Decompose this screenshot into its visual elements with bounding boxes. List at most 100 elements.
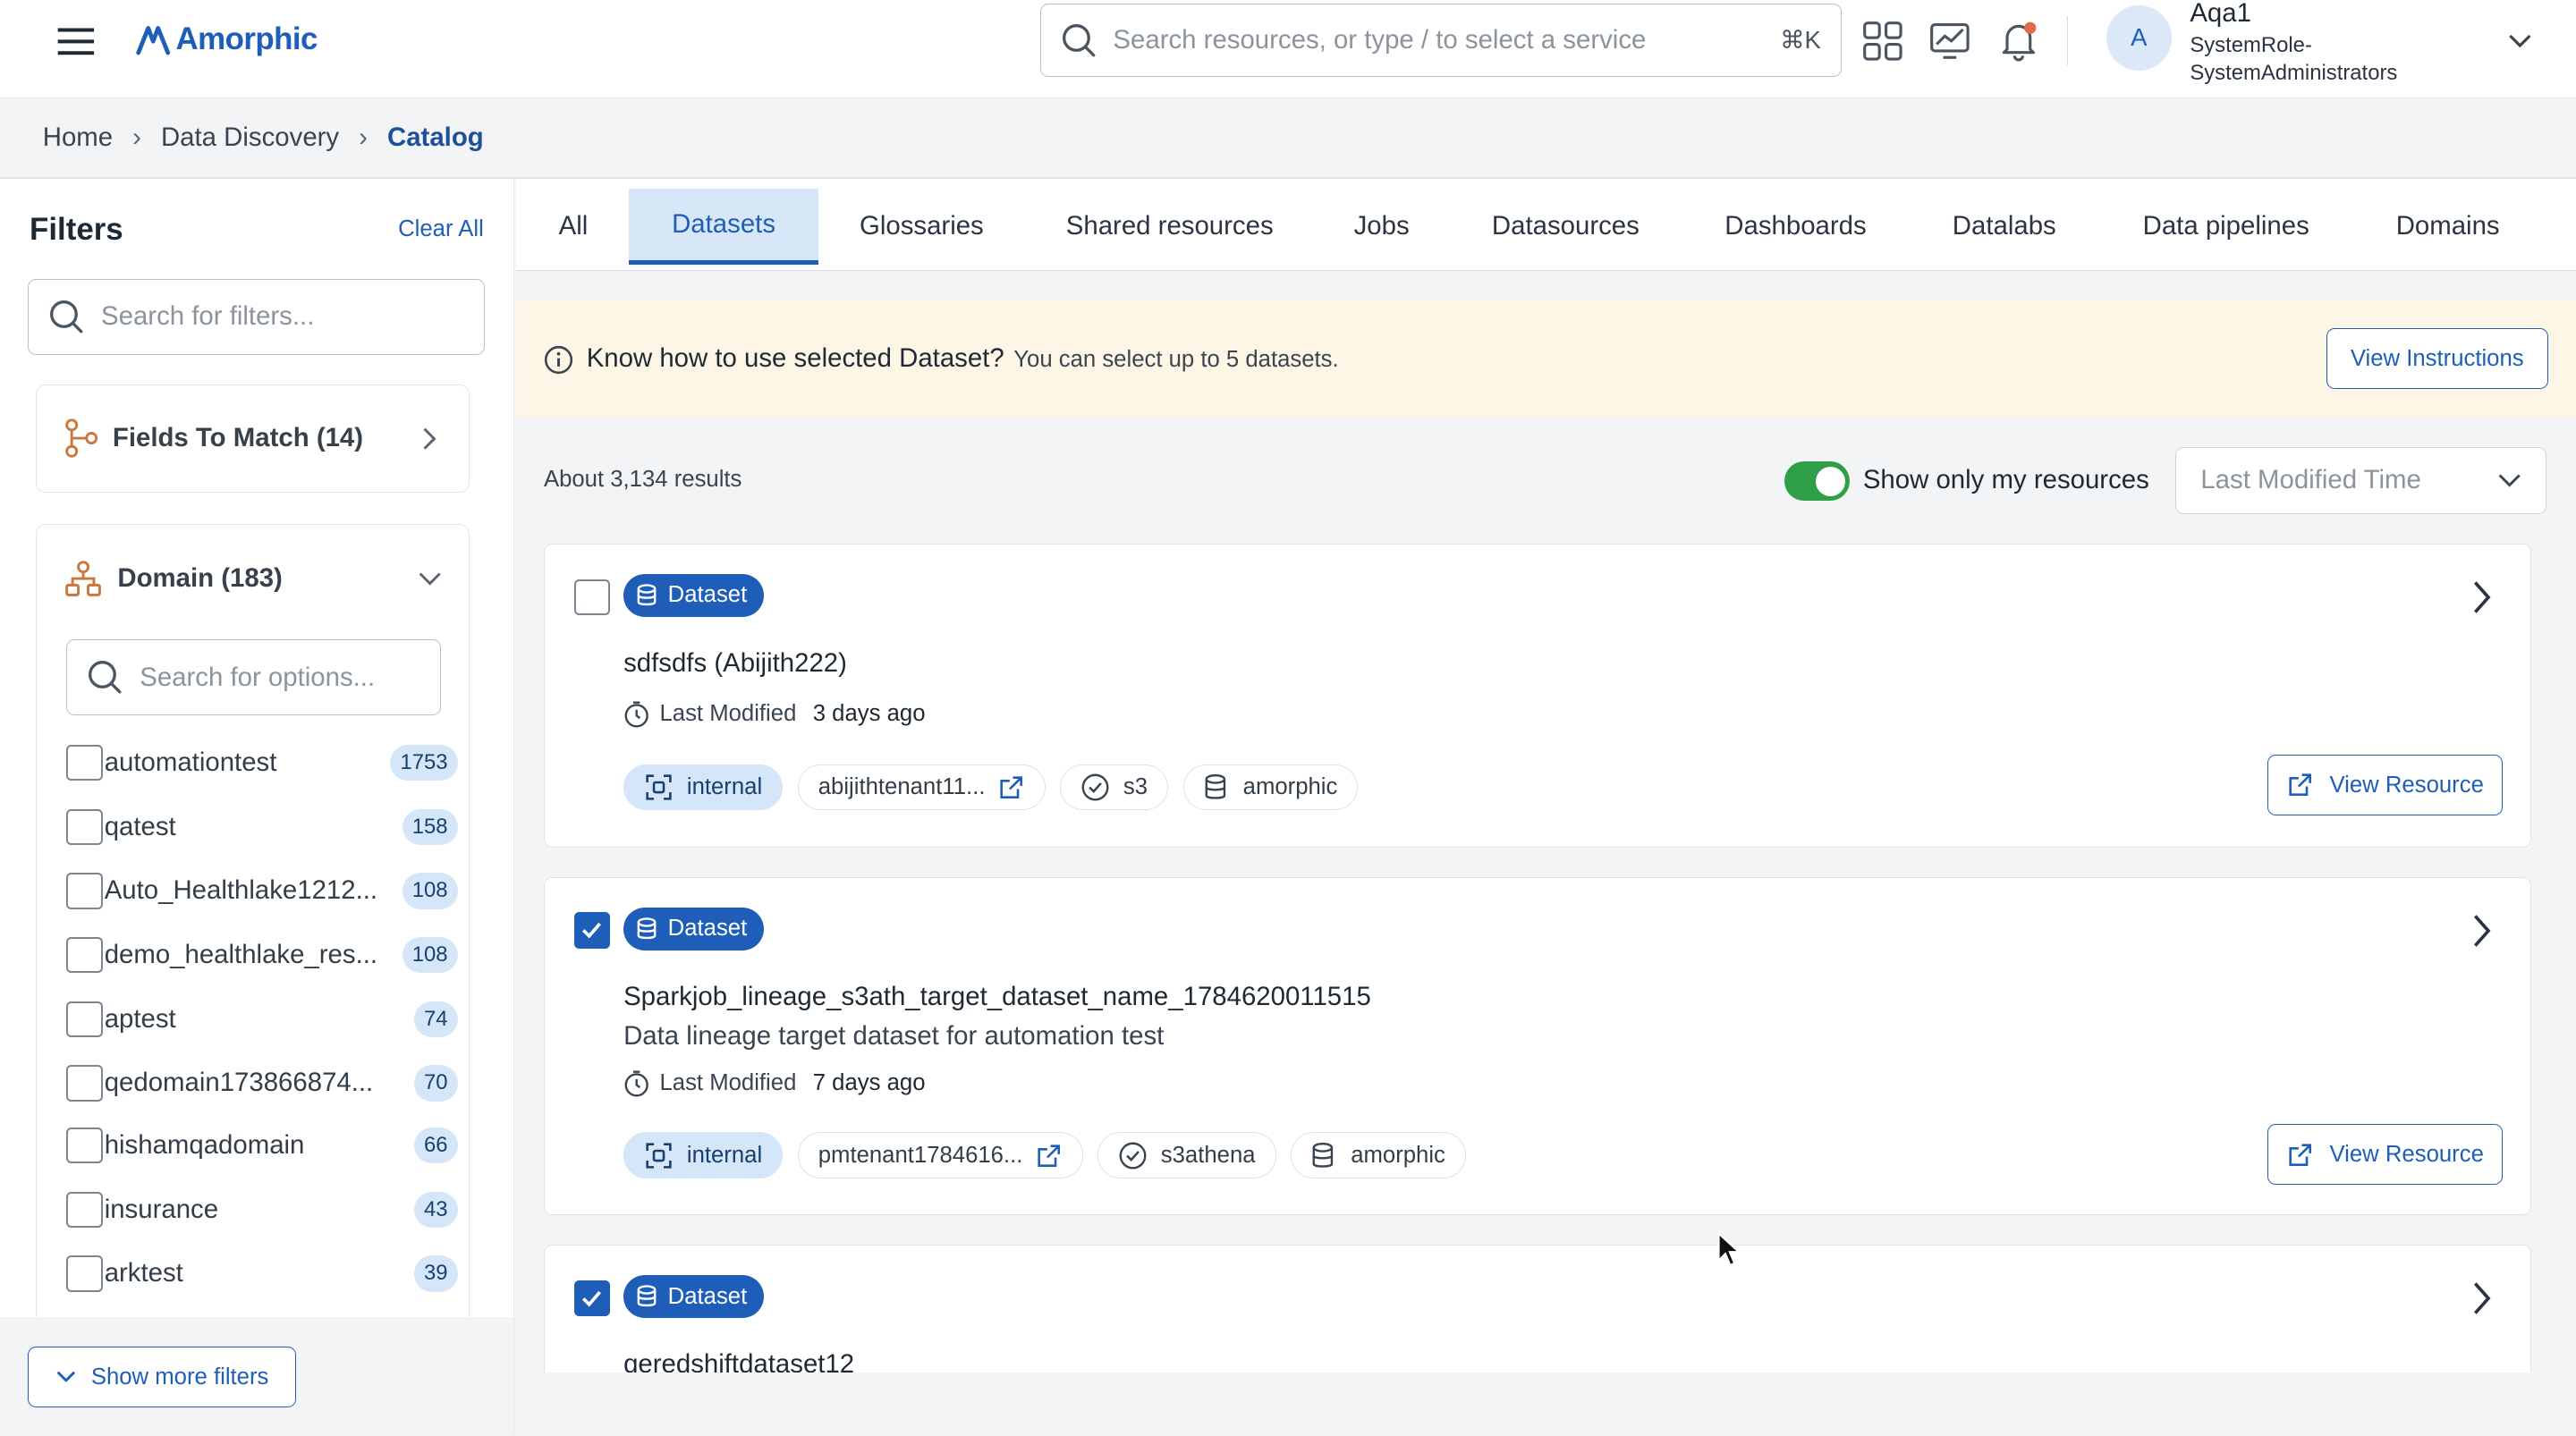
tab-domains[interactable]: Domains — [2382, 189, 2513, 264]
option-checkbox[interactable] — [66, 1065, 103, 1102]
tab-datasets[interactable]: Datasets — [629, 189, 818, 265]
tab-shared-resources[interactable]: Shared resources — [1048, 189, 1292, 264]
dataset-type-badge: Dataset — [623, 1275, 764, 1318]
chevron-right-icon[interactable] — [2469, 911, 2495, 950]
external-link-icon — [2289, 1143, 2311, 1166]
domain-option[interactable]: automationtest 1753 — [66, 741, 458, 784]
search-shortcut: ⌘K — [1779, 25, 1821, 54]
dataset-select-checkbox[interactable] — [573, 579, 611, 615]
dataset-title[interactable]: Sparkjob_lineage_s3ath_target_dataset_na… — [623, 982, 1371, 1012]
checkmark-icon — [581, 923, 601, 939]
checkmark-icon — [581, 1290, 601, 1307]
external-link-icon — [1038, 1144, 1061, 1167]
domain-option[interactable]: demo_healthlake_res... 108 — [66, 933, 458, 976]
tab-glossaries[interactable]: Glossaries — [838, 189, 1005, 264]
search-icon — [89, 661, 122, 694]
domain-option[interactable]: arktest 39 — [66, 1253, 458, 1296]
sort-placeholder: Last Modified Time — [2200, 465, 2421, 495]
global-search-input[interactable]: Search resources, or type / to select a … — [1039, 3, 1842, 78]
tab-data-pipelines[interactable]: Data pipelines — [2129, 189, 2323, 264]
option-label: arktest — [104, 1258, 183, 1288]
option-checkbox[interactable] — [66, 873, 103, 909]
dataset-select-checkbox[interactable] — [573, 1280, 611, 1317]
user-menu-chevron-down-icon[interactable] — [2504, 26, 2537, 55]
domain-option-search-input[interactable]: Search for options... — [66, 639, 442, 715]
breadcrumb-home[interactable]: Home — [43, 122, 113, 153]
show-my-resources-toggle[interactable] — [1784, 461, 1851, 502]
fields-to-match-label: Fields To Match (14) — [112, 423, 364, 453]
info-banner: Know how to use selected Dataset? You ca… — [515, 300, 2576, 418]
dataset-card[interactable]: Dataset qeredshiftdataset12 — [543, 1245, 2532, 1373]
database-icon — [637, 1285, 657, 1307]
notification-bell-icon[interactable] — [1997, 20, 2040, 63]
fields-to-match-filter[interactable]: Fields To Match (14) — [36, 384, 470, 493]
option-checkbox[interactable] — [66, 808, 103, 846]
dataset-chips: internal abijithtenant11... s3 amorphic — [623, 764, 1359, 811]
owner-chip[interactable]: abijithtenant11... — [797, 764, 1046, 811]
tab-dashboards[interactable]: Dashboards — [1712, 189, 1879, 264]
sort-select[interactable]: Last Modified Time — [2174, 446, 2546, 514]
option-checkbox[interactable] — [66, 1191, 103, 1228]
option-label: demo_healthlake_res... — [104, 940, 378, 970]
option-checkbox[interactable] — [66, 1127, 103, 1164]
domain-search-placeholder: Search for options... — [140, 662, 376, 692]
tab-datalabs[interactable]: Datalabs — [1938, 189, 2070, 264]
database-icon — [637, 917, 657, 940]
brand-logo[interactable]: Amorphic — [135, 16, 318, 62]
visibility-chip: internal — [623, 1132, 784, 1178]
dataset-card[interactable]: Dataset sdfsdfs (Abijith222) Last Modifi… — [543, 543, 2532, 848]
owner-chip[interactable]: pmtenant1784616... — [797, 1132, 1083, 1178]
option-count-badge: 39 — [414, 1255, 458, 1292]
domain-option[interactable]: Auto_Healthlake1212... 108 — [66, 870, 458, 913]
scan-icon — [646, 1143, 672, 1169]
domain-option[interactable]: aptest 74 — [66, 998, 458, 1041]
domain-option[interactable]: hishamqadomain 66 — [66, 1124, 458, 1167]
apps-grid-icon[interactable] — [1861, 20, 1904, 63]
storage-chip-label: s3athena — [1160, 1142, 1256, 1168]
option-count-badge: 70 — [414, 1065, 458, 1102]
breadcrumb: Home › Data Discovery › Catalog — [43, 118, 484, 157]
option-label: hishamqadomain — [104, 1130, 305, 1161]
top-header: Amorphic Search resources, or type / to … — [0, 0, 2576, 99]
option-checkbox[interactable] — [66, 745, 103, 781]
option-checkbox[interactable] — [66, 1001, 103, 1037]
chevron-right-icon[interactable] — [2469, 1279, 2495, 1318]
dataset-card[interactable]: Dataset Sparkjob_lineage_s3ath_target_da… — [543, 876, 2532, 1216]
option-label: Auto_Healthlake1212... — [104, 875, 378, 906]
clear-all-link[interactable]: Clear All — [398, 216, 484, 242]
dataset-title[interactable]: sdfsdfs (Abijith222) — [623, 648, 847, 679]
option-count-badge: 66 — [414, 1127, 458, 1164]
visibility-chip-label: internal — [686, 774, 763, 800]
results-count: About 3,134 results — [543, 466, 742, 492]
breadcrumb-catalog: Catalog — [386, 122, 484, 153]
view-resource-button[interactable]: View Resource — [2267, 755, 2504, 815]
chevron-down-icon — [2498, 474, 2521, 487]
view-resource-label: View Resource — [2329, 772, 2484, 798]
tab-jobs[interactable]: Jobs — [1341, 189, 1423, 264]
user-name: Aqa1 — [2190, 0, 2251, 29]
user-role: SystemRole-SystemAdministrators — [2190, 32, 2398, 86]
option-checkbox[interactable] — [66, 1255, 103, 1292]
last-modified-value: 7 days ago — [812, 1069, 926, 1095]
tab-all[interactable]: All — [536, 189, 611, 264]
domain-option[interactable]: qatest 158 — [66, 806, 458, 849]
domain-option[interactable]: qedomain173866874... 70 — [66, 1061, 458, 1104]
last-modified-value: 3 days ago — [812, 700, 926, 726]
view-instructions-button[interactable]: View Instructions — [2326, 328, 2548, 390]
search-icon — [1062, 23, 1096, 57]
show-more-filters-button[interactable]: Show more filters — [28, 1347, 296, 1408]
breadcrumb-data-discovery[interactable]: Data Discovery — [161, 122, 339, 153]
user-avatar[interactable]: A — [2106, 4, 2173, 71]
banner-message: Know how to use selected Dataset? — [586, 342, 1004, 373]
chevron-right-icon[interactable] — [2469, 578, 2495, 617]
analytics-chart-icon[interactable] — [1928, 20, 1971, 63]
filter-search-input[interactable]: Search for filters... — [28, 279, 485, 355]
view-resource-button[interactable]: View Resource — [2267, 1124, 2504, 1186]
option-checkbox[interactable] — [66, 936, 103, 974]
dataset-select-checkbox[interactable] — [573, 912, 611, 949]
hamburger-menu-icon[interactable] — [55, 23, 97, 59]
tab-datasources[interactable]: Datasources — [1475, 189, 1656, 264]
domain-filter-header[interactable]: Domain (183) — [64, 558, 443, 601]
dataset-title[interactable]: qeredshiftdataset12 — [623, 1349, 854, 1373]
domain-option[interactable]: insurance 43 — [66, 1188, 458, 1231]
